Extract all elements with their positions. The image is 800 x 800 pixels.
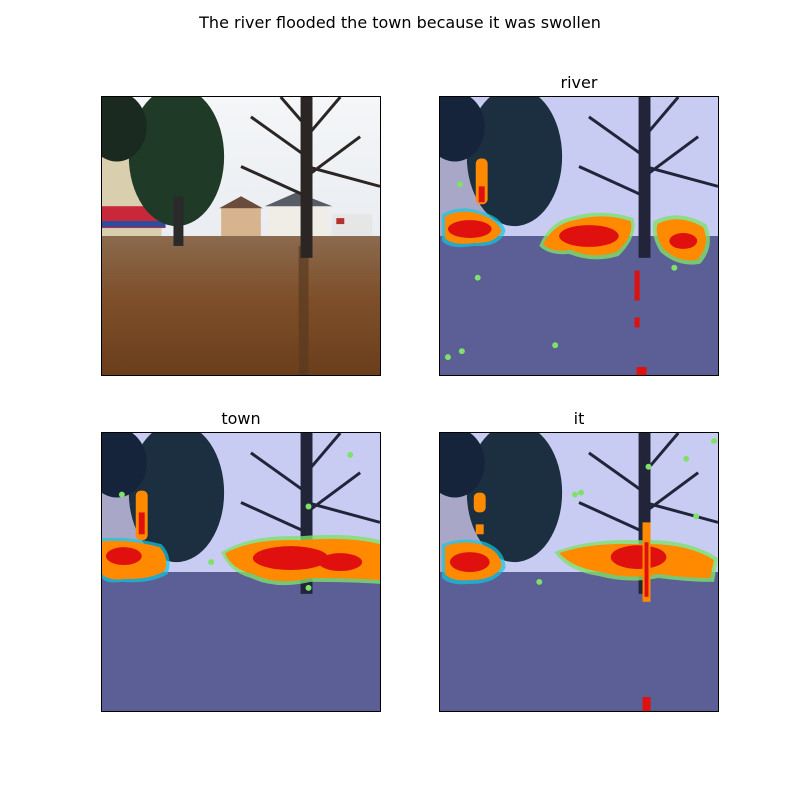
heatmap-panel-town [101, 432, 381, 712]
figure-title: The river flooded the town because it wa… [199, 13, 601, 32]
heatmap-overlay-town [102, 433, 380, 711]
heatmap-overlay-it [440, 433, 718, 711]
flood-photo [102, 97, 380, 375]
panel-title-town: town [221, 409, 261, 428]
panel-title-river: river [560, 73, 598, 92]
panel-title-it: it [573, 409, 585, 428]
heatmap-panel-river [439, 96, 719, 376]
heatmap-overlay-river [440, 97, 718, 375]
heatmap-panel-it [439, 432, 719, 712]
original-image-panel [101, 96, 381, 376]
